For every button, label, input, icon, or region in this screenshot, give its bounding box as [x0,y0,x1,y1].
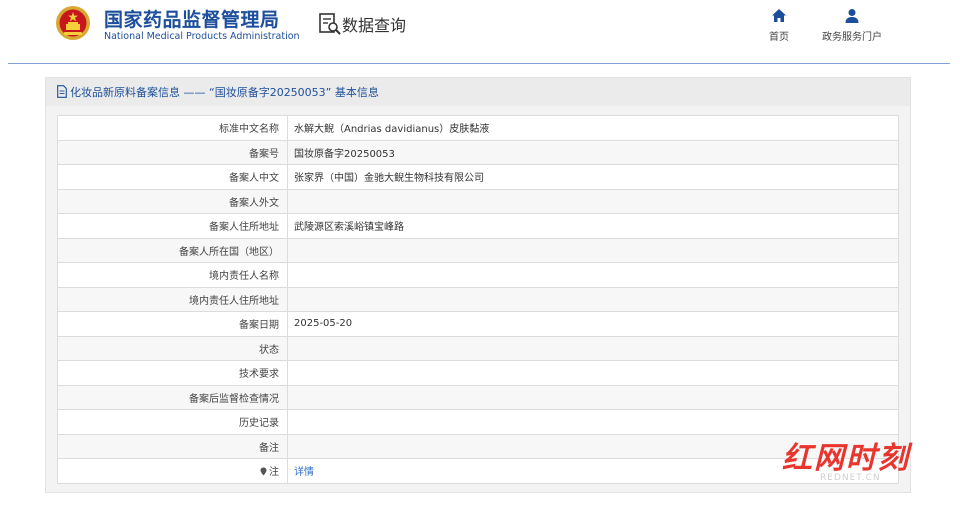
table-row: 备注 [57,433,899,459]
watermark-url: REDNET.CN [820,473,881,483]
table-row: 备案人中文 张家界（中国）金驰大鲵生物科技有限公司 [57,164,899,190]
table-row: 境内责任人住所地址 [57,286,899,312]
nav-gov-service-portal[interactable]: 政务服务门户 [818,8,886,43]
table-row: 备案人所在国（地区） [57,237,899,263]
table-row: 境内责任人名称 [57,262,899,288]
watermark-logo-text: 红网时刻 [782,441,910,476]
field-value: 武陵源区索溪峪镇宝峰路 [287,213,899,239]
detail-table: 标准中文名称 水解大鲵（Andrias davidianus）皮肤黏液 备案号 国妆原… [57,115,899,484]
detail-link[interactable]: 详情 [294,467,314,478]
detail-panel: 化妆品新原料备案信息 —— “国妆原备字20250053” 基本信息 标准中文名… [45,77,911,493]
panel-header: 化妆品新原料备案信息 —— “国妆原备字20250053” 基本信息 [46,78,910,106]
field-label: 技术要求 [57,360,288,386]
table-row: 备案日期 2025-05-20 [57,311,899,337]
site-header: 国家药品监督管理局 National Medical Products Admi… [0,0,960,64]
data-query-icon [319,13,341,35]
table-row: 标准中文名称 水解大鲵（Andrias davidianus）皮肤黏液 [57,115,899,141]
user-icon [845,9,859,23]
field-value: 张家界（中国）金驰大鲵生物科技有限公司 [287,164,899,190]
field-label: 注 [57,458,288,484]
field-value [287,188,899,214]
field-value [287,335,899,361]
field-value [287,409,899,435]
field-label: 备注 [57,433,288,459]
watermark: 红网时刻 REDNET.CN [782,433,942,493]
site-subtitle-en: National Medical Products Administration [104,31,300,42]
nav-portal-label: 政务服务门户 [822,32,882,43]
field-label: 备案后监督检查情况 [57,384,288,410]
field-label: 备案人中文 [57,164,288,190]
table-row-note: 注 详情 [57,458,899,484]
national-emblem-icon[interactable] [55,5,91,41]
document-icon [57,85,67,98]
field-label: 状态 [57,335,288,361]
note-label: 注 [269,467,279,479]
home-icon [772,9,786,22]
field-value [287,360,899,386]
field-value: 水解大鲵（Andrias davidianus）皮肤黏液 [287,115,899,141]
field-value [287,286,899,312]
field-label: 备案日期 [57,311,288,337]
field-label: 标准中文名称 [57,115,288,141]
table-row: 历史记录 [57,409,899,435]
panel-title: 化妆品新原料备案信息 —— “国妆原备字20250053” 基本信息 [70,86,379,99]
table-row: 备案人外文 [57,188,899,214]
table-row: 备案后监督检查情况 [57,384,899,410]
pin-icon [260,467,267,476]
data-query-title: 数据查询 [342,16,407,35]
site-title[interactable]: 国家药品监督管理局 [104,5,280,32]
header-divider [8,63,950,64]
field-label: 历史记录 [57,409,288,435]
table-row: 技术要求 [57,360,899,386]
field-value [287,262,899,288]
field-label: 境内责任人住所地址 [57,286,288,312]
table-row: 备案人住所地址 武陵源区索溪峪镇宝峰路 [57,213,899,239]
nav-home-label: 首页 [769,32,789,43]
field-label: 备案号 [57,139,288,165]
table-row: 状态 [57,335,899,361]
nav-home[interactable]: 首页 [764,8,794,43]
table-row: 备案号 国妆原备字20250053 [57,139,899,165]
field-label: 备案人所在国（地区） [57,237,288,263]
field-value [287,237,899,263]
field-label: 备案人外文 [57,188,288,214]
field-value: 2025-05-20 [287,311,899,337]
field-label: 境内责任人名称 [57,262,288,288]
field-label: 备案人住所地址 [57,213,288,239]
field-value [287,384,899,410]
field-value: 国妆原备字20250053 [287,139,899,165]
